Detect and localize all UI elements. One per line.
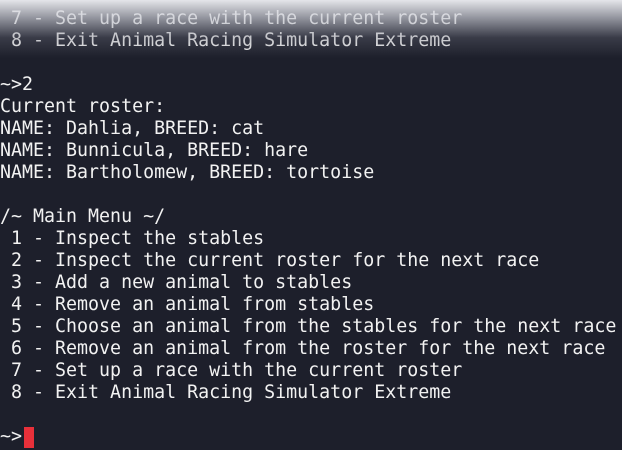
text-cursor [24,427,34,448]
terminal-line-command: ~>2 [0,74,34,95]
terminal-line-menu-7-partial: 7 - Set up a race with the current roste… [0,8,463,29]
menu-item-remove-animal: 4 - Remove an animal from stables [0,294,375,315]
menu-item-choose-animal: 5 - Choose an animal from the stables fo… [0,316,617,337]
menu-item-inspect-stables: 1 - Inspect the stables [0,228,265,249]
menu-item-inspect-roster: 2 - Inspect the current roster for the n… [0,250,540,271]
terminal-line-menu-8-partial: 8 - Exit Animal Racing Simulator Extreme [0,30,452,51]
terminal-window[interactable]: 7 - Set up a race with the current roste… [0,0,622,450]
command-prompt[interactable]: ~> [0,426,22,448]
menu-item-add-animal: 3 - Add a new animal to stables [0,272,353,293]
main-menu-title: /~ Main Menu ~/ [0,206,166,227]
roster-heading: Current roster: [0,96,166,117]
roster-entry: NAME: Dahlia, BREED: cat [0,118,265,139]
menu-item-setup-race: 7 - Set up a race with the current roste… [0,360,463,381]
roster-entry: NAME: Bartholomew, BREED: tortoise [0,162,375,183]
menu-item-remove-from-roster: 6 - Remove an animal from the roster for… [0,338,606,359]
menu-item-exit: 8 - Exit Animal Racing Simulator Extreme [0,382,452,403]
roster-entry: NAME: Bunnicula, BREED: hare [0,140,309,161]
